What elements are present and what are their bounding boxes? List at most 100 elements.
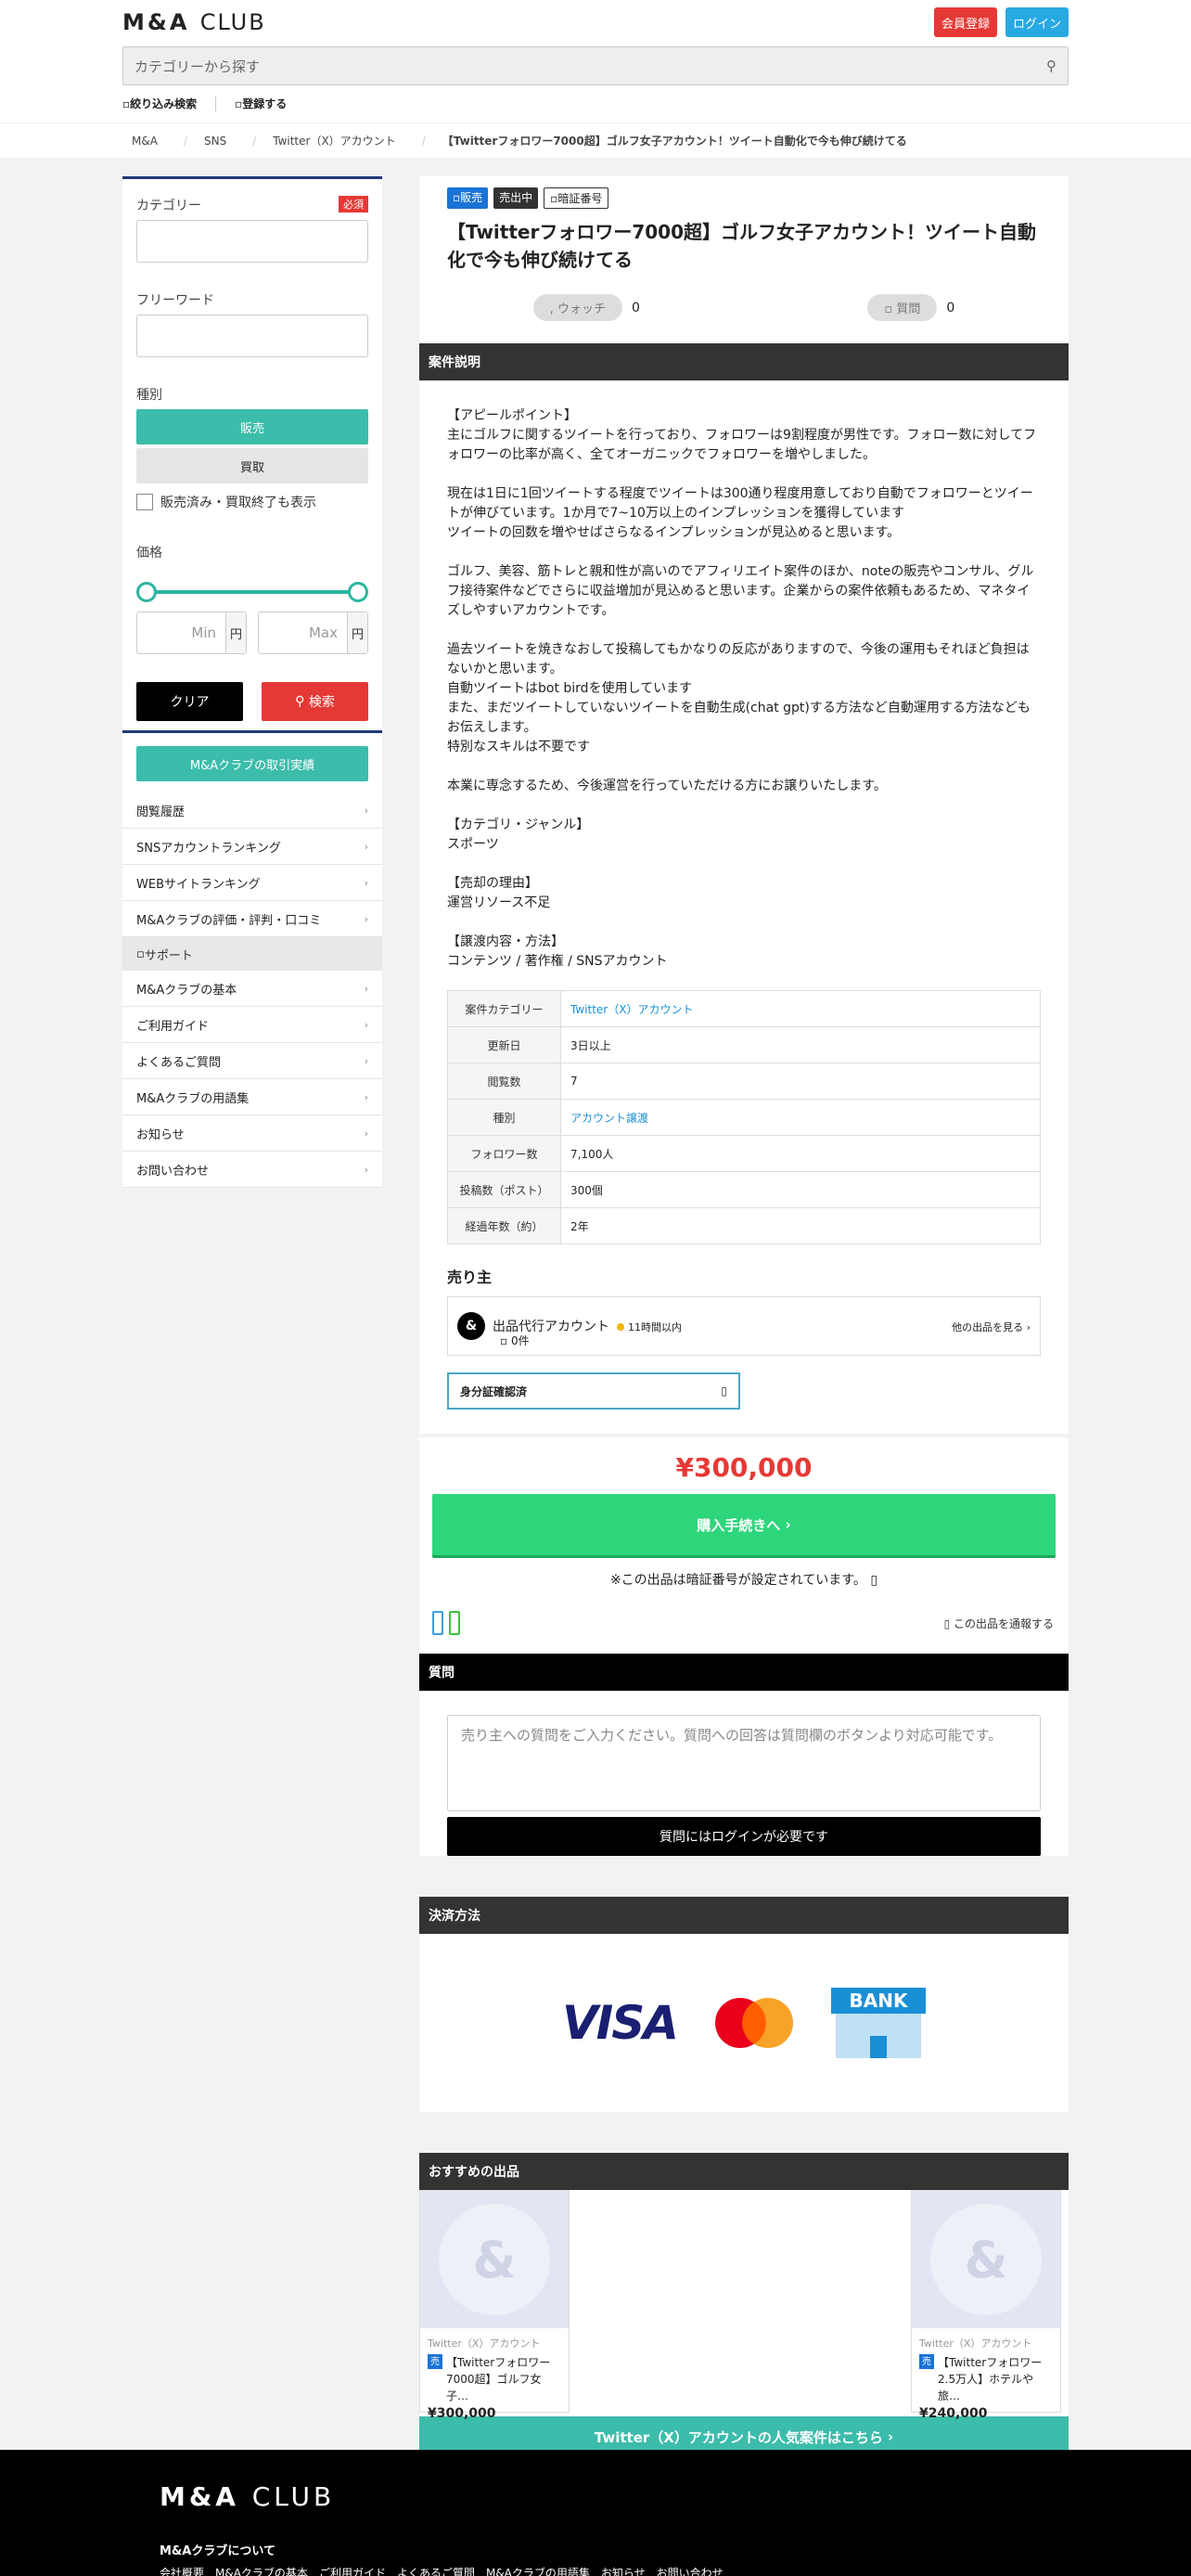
recommend-card[interactable]: & Twitter（X）アカウント 売【Twitterフォロワー2.5万人】ホテ… <box>911 2190 1061 2421</box>
slider-max-handle[interactable] <box>348 582 368 602</box>
footer-logo[interactable]: M&A CLUB <box>160 2481 335 2512</box>
breadcrumb-item[interactable]: M&A <box>132 135 158 148</box>
description-header: 案件説明 <box>419 343 1069 380</box>
bank-icon: BANK <box>831 1988 926 2058</box>
price-slider[interactable] <box>136 582 368 602</box>
online-indicator <box>617 1323 624 1331</box>
search-button[interactable]: ⚲ 検索 <box>262 682 368 721</box>
category-field[interactable] <box>136 220 368 263</box>
recommend-card[interactable]: & Twitter（X）アカウント 売【Twitterフォロワー7000超】ゴル… <box>419 2190 570 2421</box>
breadcrumb-item[interactable]: Twitter（X）アカウント <box>273 133 395 148</box>
footer-about: M&Aクラブについて <box>160 2544 275 2558</box>
seller-card[interactable]: & 出品代行アカウント 11時間以内 ▫ 0件 他の出品を見る › <box>447 1296 1041 1356</box>
seller-heading: 売り主 <box>447 1269 493 1286</box>
sidebar-menu: M&Aクラブの取引実績 閲覧履歴 › SNSアカウントランキング › WEBサイトラ… <box>122 730 382 1188</box>
breadcrumb-item[interactable]: SNS <box>204 135 226 148</box>
chevron-right-icon: › <box>364 982 368 995</box>
footer-link[interactable]: お知らせ <box>601 2565 646 2576</box>
question-textarea[interactable]: 売り主への質問をご入力ください。質問への回答は質問欄のボタンより対応可能です。 <box>447 1715 1041 1811</box>
table-row: 案件カテゴリー Twitter（X）アカウント <box>447 990 1041 1027</box>
chevron-right-icon: › <box>364 1054 368 1067</box>
chevron-icon: ▯ <box>721 1385 727 1397</box>
category-link[interactable]: Twitter（X）アカウント <box>570 1003 693 1016</box>
support-heading: ▫ サポート <box>122 937 382 971</box>
search-sidebar: カテゴリー 必須 フリーワード 種別 販売 買取 販売済み・買取終了も表示 価格… <box>122 176 382 758</box>
max-price-input[interactable]: Max 円 <box>258 612 368 654</box>
include-closed-checkbox[interactable]: 販売済み・買取終了も表示 <box>136 493 368 511</box>
tag-sale: ▫販売 <box>447 187 489 209</box>
table-row: 閲覧数 7 <box>447 1063 1041 1100</box>
recommend-list: & Twitter（X）アカウント 売【Twitterフォロワー7000超】ゴル… <box>419 2190 1069 2421</box>
pin-note: ※この出品は暗証番号が設定されています。 ▯ <box>609 1573 878 1588</box>
save-search-link[interactable]: ▫登録する <box>215 96 287 111</box>
payment-header: 決済方法 <box>419 1897 1069 1934</box>
clear-button[interactable]: クリア <box>136 682 243 721</box>
chevron-right-icon: › <box>364 912 368 925</box>
menu-item[interactable]: M&Aクラブの評価・評判・口コミ › <box>122 901 382 937</box>
menu-item[interactable]: お知らせ › <box>122 1115 382 1152</box>
table-row: 種別 アカウント譲渡 <box>447 1099 1041 1136</box>
site-header: M&A CLUB 会員登録 ログイン カテゴリーから探す ⚲ ▫絞り込み検索 ▫… <box>0 0 1191 158</box>
table-row: 投稿数（ポスト） 300個 <box>447 1171 1041 1208</box>
visa-logo: VISA <box>561 1996 679 2050</box>
type-sell-button[interactable]: 販売 <box>136 409 368 444</box>
chevron-right-icon: › <box>364 804 368 817</box>
report-link[interactable]: ▯ この出品を通報する <box>944 1616 1054 1631</box>
login-button[interactable]: ログイン <box>1005 7 1069 37</box>
question-count-button[interactable]: ▫ 質問 0 <box>867 294 954 321</box>
footer-link[interactable]: お問い合わせ <box>657 2565 724 2576</box>
table-row: フォロワー数 7,100人 <box>447 1135 1041 1172</box>
chevron-right-icon: › <box>364 1127 368 1140</box>
type-buy-button[interactable]: 買取 <box>136 448 368 483</box>
footer-link[interactable]: M&Aクラブの基本 <box>215 2565 308 2576</box>
menu-item[interactable]: よくあるご質問 › <box>122 1043 382 1079</box>
avatar: & <box>457 1312 485 1340</box>
chevron-right-icon: › <box>364 1090 368 1103</box>
footer-link[interactable]: よくあるご質問 <box>397 2565 475 2576</box>
menu-item[interactable]: 閲覧履歴 › <box>122 792 382 829</box>
filter-search-link[interactable]: ▫絞り込み検索 <box>122 96 215 111</box>
type-link[interactable]: アカウント譲渡 <box>570 1112 648 1125</box>
seller-listing-count: ▫ 0件 <box>500 1334 530 1347</box>
freeword-label: フリーワード <box>136 293 214 308</box>
other-listings-link[interactable]: 他の出品を見る › <box>952 1320 1031 1334</box>
category-search-input[interactable]: カテゴリーから探す ⚲ <box>122 46 1069 85</box>
share-icons <box>432 1611 460 1635</box>
footer-link[interactable]: ご利用ガイド <box>319 2565 386 2576</box>
chevron-right-icon: › <box>364 1163 368 1176</box>
spec-table: 案件カテゴリー Twitter（X）アカウント 更新日 3日以上 閲覧数 7 種別 アカ… <box>447 990 1041 1244</box>
line-share-icon[interactable] <box>449 1611 460 1635</box>
required-badge: 必須 <box>339 196 368 213</box>
payment-methods: VISA BANK <box>419 1934 1069 2112</box>
twitter-share-icon[interactable] <box>432 1611 443 1635</box>
menu-item[interactable]: M&Aクラブの基本 › <box>122 971 382 1007</box>
table-row: 更新日 3日以上 <box>447 1026 1041 1063</box>
menu-item[interactable]: SNSアカウントランキング › <box>122 829 382 865</box>
menu-item[interactable]: M&Aクラブの用語集 › <box>122 1079 382 1115</box>
menu-item[interactable]: お問い合わせ › <box>122 1152 382 1188</box>
chevron-right-icon: › <box>364 1018 368 1031</box>
breadcrumb-current: 【Twitterフォロワー7000超】ゴルフ女子アカウント！ツイート自動化で今も… <box>442 135 907 148</box>
footer-link[interactable]: M&Aクラブの用語集 <box>486 2565 590 2576</box>
info-icon[interactable]: ▯ <box>870 1573 877 1588</box>
question-login-button[interactable]: 質問にはログインが必要です <box>447 1817 1041 1856</box>
menu-item[interactable]: ご利用ガイド › <box>122 1007 382 1043</box>
footer-link[interactable]: 会社概要 <box>160 2565 204 2576</box>
menu-item[interactable]: WEBサイトランキング › <box>122 865 382 901</box>
freeword-field[interactable] <box>136 315 368 357</box>
buy-button[interactable]: 購入手続きへ › <box>432 1494 1056 1555</box>
placeholder-image: & <box>930 2204 1042 2315</box>
watch-button[interactable]: , ウォッチ 0 <box>532 294 640 321</box>
listing-title: 【Twitterフォロワー7000超】ゴルフ女子アカウント！ツイート自動化で今も… <box>447 221 1036 271</box>
id-verified-badge[interactable]: 身分証確認済 ▯ <box>447 1372 740 1410</box>
register-button[interactable]: 会員登録 <box>934 7 997 37</box>
slider-min-handle[interactable] <box>136 582 157 602</box>
tag-pin: ▫暗証番号 <box>544 187 609 209</box>
sub-nav: ▫絞り込み検索 ▫登録する <box>122 96 287 111</box>
mastercard-logo <box>715 1998 793 2048</box>
search-icon[interactable]: ⚲ <box>1046 58 1057 74</box>
achievements-button[interactable]: M&Aクラブの取引実績 <box>136 746 368 781</box>
chevron-right-icon: › <box>364 840 368 853</box>
min-price-input[interactable]: Min 円 <box>136 612 247 654</box>
site-logo[interactable]: M&A CLUB <box>122 9 266 35</box>
